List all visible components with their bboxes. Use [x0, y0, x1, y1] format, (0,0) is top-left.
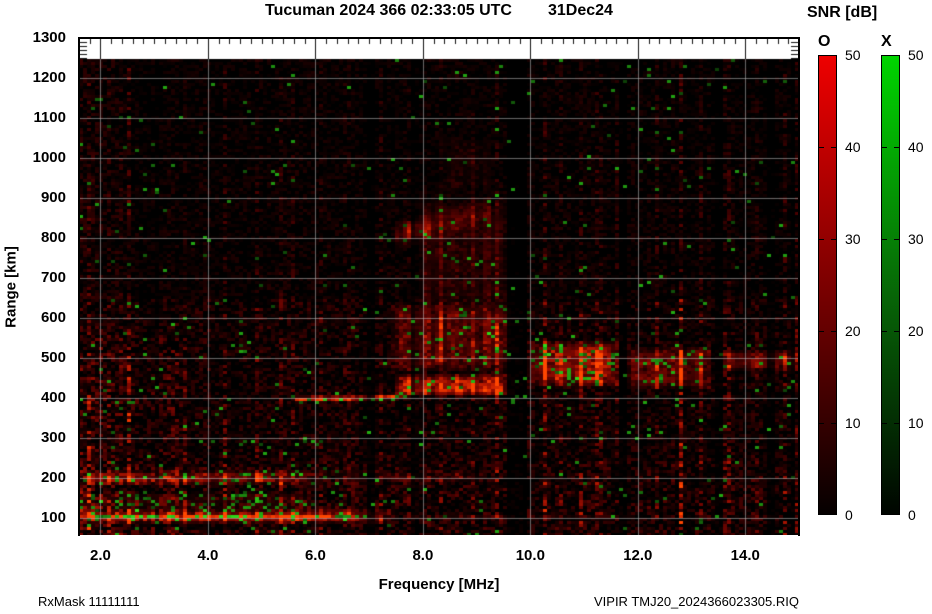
- y-tick-label: 400: [40, 389, 66, 406]
- plot-title: Tucuman 2024 366 02:33:05 UTC 31Dec24: [79, 2, 799, 20]
- colorbar-tick-dash: [882, 331, 887, 332]
- x-axis-label: Frequency [MHz]: [378, 576, 500, 593]
- colorbar-tick-dash: [831, 147, 836, 148]
- x-tick-label: 14.0: [730, 547, 760, 564]
- plot-border-top: [78, 37, 800, 39]
- colorbar-tick-dash: [819, 423, 824, 424]
- x-tick-label: 6.0: [304, 547, 326, 564]
- colorbar-tick-dash: [831, 239, 836, 240]
- ionogram-page: Tucuman 2024 366 02:33:05 UTC 31Dec24 13…: [0, 0, 932, 614]
- x-tick-label: 4.0: [197, 547, 219, 564]
- y-tick-label: 600: [40, 309, 66, 326]
- title-date: 31Dec24: [547, 2, 613, 19]
- colorbar-tick-label: 0: [908, 507, 916, 523]
- colorbar-tick-dash: [882, 239, 887, 240]
- title-text: Tucuman 2024 366 02:33:05 UTC: [265, 2, 512, 19]
- colorbar-tick-dash: [894, 239, 899, 240]
- colorbar-tick-dash: [831, 423, 836, 424]
- colorbar-tick-label: 30: [845, 231, 861, 247]
- filename-text: VIPIR TMJ20_2024366023305.RIQ: [593, 594, 799, 609]
- colorbar-tick-dash: [882, 423, 887, 424]
- plot-border-right: [798, 37, 800, 536]
- colorbar-tick-label: 10: [845, 415, 861, 431]
- colorbar-tick-label: 0: [845, 507, 853, 523]
- colorbar-tick-label: 40: [908, 139, 924, 155]
- colorbar-tick-dash: [894, 423, 899, 424]
- colorbar-o-label: O: [818, 33, 831, 50]
- colorbar-tick-label: 20: [845, 323, 861, 339]
- y-tick-label: 1200: [32, 69, 66, 86]
- y-tick-label: 900: [40, 189, 66, 206]
- y-tick-label: 100: [40, 509, 66, 526]
- colorbar-tick-dash: [882, 147, 887, 148]
- colorbar-tick-dash: [831, 331, 836, 332]
- colorbar-tick-label: 20: [908, 323, 924, 339]
- y-tick-label: 300: [40, 429, 66, 446]
- plot-border-left: [78, 37, 80, 536]
- y-tick-label: 1100: [33, 109, 66, 126]
- x-tick-label: 12.0: [623, 547, 653, 564]
- y-tick-label: 500: [40, 349, 66, 366]
- y-tick-label: 1300: [32, 29, 66, 46]
- colorbar-o-gradient: [818, 55, 837, 515]
- y-tick-label: 200: [40, 469, 66, 486]
- y-tick-label: 800: [40, 229, 66, 246]
- colorbar-tick-dash: [894, 331, 899, 332]
- y-tick-label: 1000: [32, 149, 66, 166]
- colorbar-tick-label: 10: [908, 415, 924, 431]
- rxmask-text: RxMask 11111111: [38, 594, 140, 609]
- y-tick-label: 700: [40, 269, 66, 286]
- colorbar-x-gradient: [881, 55, 900, 515]
- x-tick-label: 10.0: [515, 547, 545, 564]
- colorbar-tick-label: 30: [908, 231, 924, 247]
- colorbar-tick-dash: [819, 147, 824, 148]
- colorbar-title: SNR [dB]: [807, 4, 878, 21]
- colorbar-x-label: X: [881, 33, 892, 50]
- colorbar-tick-label: 50: [908, 47, 924, 63]
- ionogram-canvas: [79, 38, 799, 535]
- colorbar-tick-dash: [819, 239, 824, 240]
- colorbar-tick-label: 40: [845, 139, 861, 155]
- y-axis-label: Range [km]: [2, 246, 20, 328]
- colorbar-tick-label: 50: [845, 47, 861, 63]
- colorbar-tick-dash: [819, 331, 824, 332]
- x-tick-label: 2.0: [90, 547, 111, 564]
- colorbar-tick-dash: [894, 147, 899, 148]
- x-tick-label: 8.0: [412, 547, 434, 564]
